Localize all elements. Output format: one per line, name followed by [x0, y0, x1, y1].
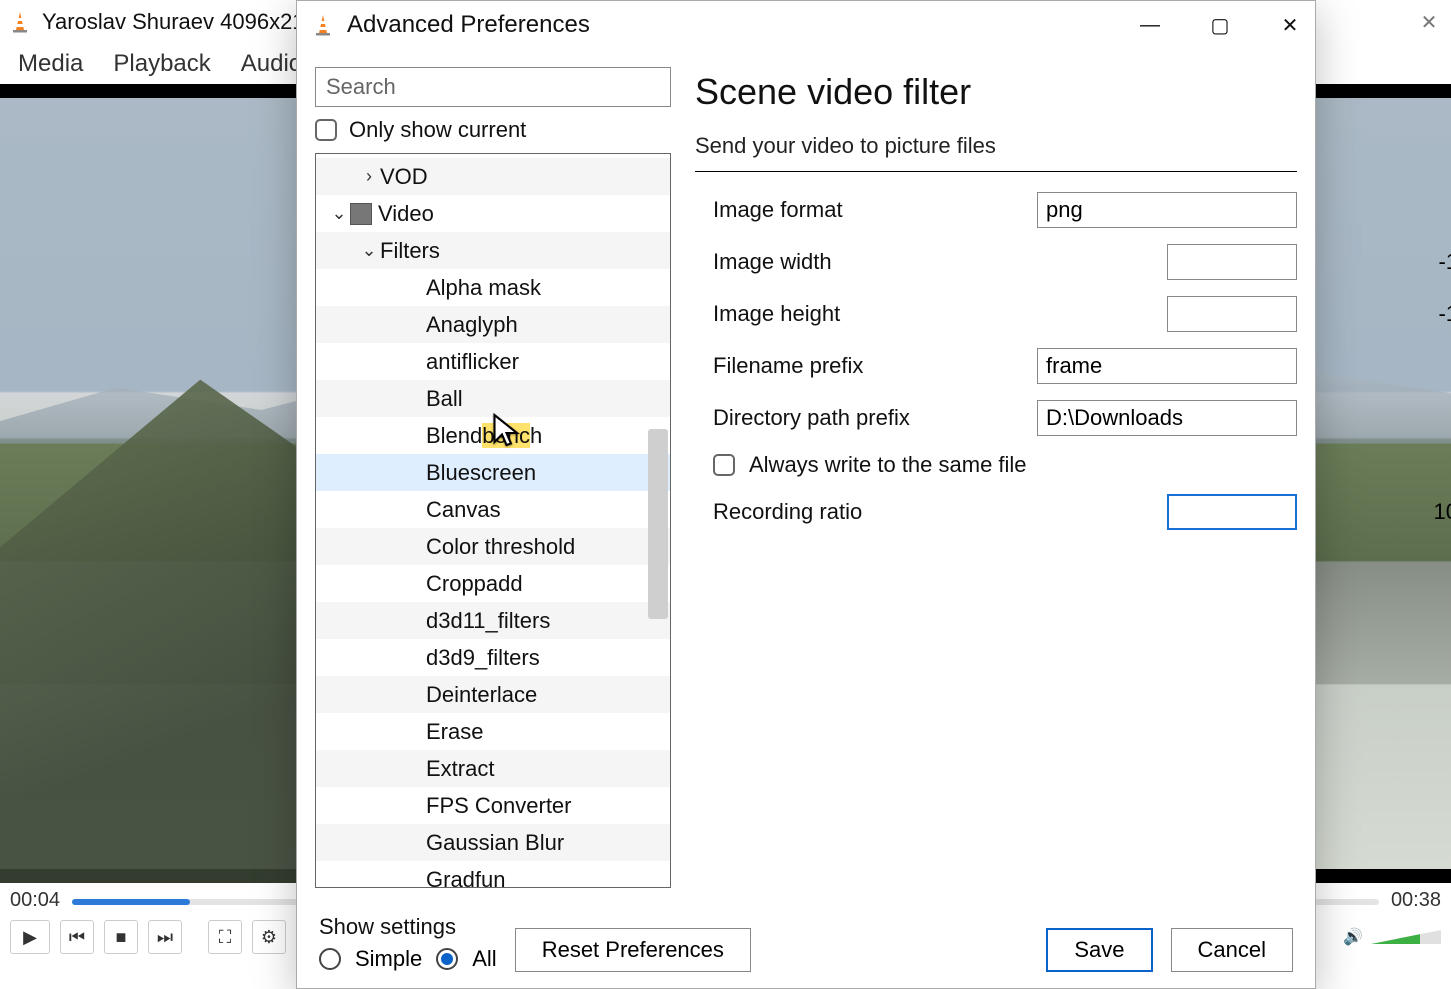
- tree-item-filter[interactable]: Anaglyph: [316, 306, 670, 343]
- chevron-right-icon: ›: [358, 166, 380, 187]
- cancel-button[interactable]: Cancel: [1171, 928, 1293, 972]
- chevron-down-icon: ⌄: [358, 240, 380, 261]
- image-format-input[interactable]: png: [1037, 192, 1297, 228]
- vlc-icon: [8, 10, 32, 34]
- prefs-tree[interactable]: › VOD ⌄ Video ⌄ Filters Alpha mask Anagl…: [315, 153, 671, 888]
- tree-item-filter[interactable]: Bluescreen: [316, 454, 670, 491]
- next-button[interactable]: ⏭: [148, 920, 182, 954]
- radio-simple-label: Simple: [355, 946, 422, 972]
- image-width-label: Image width: [695, 249, 1167, 275]
- tree-item-filter[interactable]: Gradfun: [316, 861, 670, 888]
- dialog-maximize-icon[interactable]: ▢: [1205, 13, 1235, 38]
- always-same-file-checkbox[interactable]: [713, 454, 735, 476]
- image-width-value[interactable]: [1168, 248, 1451, 276]
- tree-item-filter[interactable]: Color threshold: [316, 528, 670, 565]
- show-settings-label: Show settings: [319, 914, 497, 940]
- video-category-icon: [350, 203, 372, 225]
- tree-item-filter[interactable]: d3d9_filters: [316, 639, 670, 676]
- image-format-label: Image format: [695, 197, 1037, 223]
- preferences-dialog: Advanced Preferences — ▢ ✕ Search Only s…: [296, 0, 1316, 989]
- fullscreen-button[interactable]: ⛶: [208, 920, 242, 954]
- tree-item-filter[interactable]: Extract: [316, 750, 670, 787]
- volume-icon[interactable]: 🔊: [1343, 927, 1363, 947]
- time-total: 00:38: [1391, 889, 1441, 912]
- pane-subtitle: Send your video to picture files: [695, 133, 1297, 172]
- radio-all[interactable]: [436, 948, 458, 970]
- play-button[interactable]: ▶: [10, 920, 50, 954]
- image-height-value[interactable]: [1168, 300, 1451, 328]
- stop-button[interactable]: ■: [104, 920, 138, 954]
- image-height-label: Image height: [695, 301, 1167, 327]
- dialog-title: Advanced Preferences: [347, 11, 590, 39]
- dialog-close-icon[interactable]: ✕: [1275, 13, 1305, 38]
- checkbox-icon[interactable]: [315, 119, 337, 141]
- tree-item-filter[interactable]: Deinterlace: [316, 676, 670, 713]
- search-input[interactable]: Search: [315, 67, 671, 107]
- tree-item-filters[interactable]: ⌄ Filters: [316, 232, 670, 269]
- image-height-spinner[interactable]: ▲▼: [1167, 296, 1297, 332]
- directory-prefix-input[interactable]: D:\Downloads: [1037, 400, 1297, 436]
- chevron-down-icon: ⌄: [328, 203, 350, 224]
- recording-ratio-value[interactable]: [1168, 498, 1451, 526]
- dialog-minimize-icon[interactable]: —: [1135, 14, 1165, 37]
- dialog-titlebar: Advanced Preferences — ▢ ✕: [297, 1, 1315, 49]
- tree-scrollbar[interactable]: [648, 429, 668, 619]
- menu-media[interactable]: Media: [18, 50, 83, 78]
- tree-item-filter[interactable]: Gaussian Blur: [316, 824, 670, 861]
- filename-prefix-input[interactable]: frame: [1037, 348, 1297, 384]
- tree-item-filter[interactable]: Alpha mask: [316, 269, 670, 306]
- volume-control[interactable]: 🔊: [1343, 927, 1441, 947]
- tree-item-filter[interactable]: Erase: [316, 713, 670, 750]
- menu-audio[interactable]: Audio: [241, 50, 302, 78]
- ext-settings-button[interactable]: ⚙: [252, 920, 286, 954]
- recording-ratio-label: Recording ratio: [695, 499, 1167, 525]
- radio-simple[interactable]: [319, 948, 341, 970]
- radio-all-label: All: [472, 946, 496, 972]
- volume-bar[interactable]: [1371, 930, 1441, 944]
- player-close-icon[interactable]: ✕: [1415, 10, 1443, 35]
- prev-button[interactable]: ⏮: [60, 920, 94, 954]
- time-current: 00:04: [10, 889, 60, 912]
- save-button[interactable]: Save: [1046, 928, 1152, 972]
- vlc-icon: [311, 13, 335, 37]
- player-title: Yaroslav Shuraev 4096x21: [42, 9, 305, 35]
- tree-item-filter[interactable]: antiflicker: [316, 343, 670, 380]
- tree-item-filter[interactable]: Canvas: [316, 491, 670, 528]
- menu-playback[interactable]: Playback: [113, 50, 210, 78]
- tree-item-filter[interactable]: Croppadd: [316, 565, 670, 602]
- directory-prefix-label: Directory path prefix: [695, 405, 1037, 431]
- dialog-footer: Show settings Simple All Reset Preferenc…: [297, 888, 1315, 988]
- only-show-current-checkbox[interactable]: Only show current: [315, 117, 671, 143]
- recording-ratio-spinner[interactable]: ▲▼: [1167, 494, 1297, 530]
- tree-item-video[interactable]: ⌄ Video: [316, 195, 670, 232]
- pane-title: Scene video filter: [695, 67, 1297, 113]
- tree-item-vod[interactable]: › VOD: [316, 158, 670, 195]
- only-show-current-label: Only show current: [349, 117, 526, 143]
- tree-item-filter[interactable]: FPS Converter: [316, 787, 670, 824]
- tree-item-filter[interactable]: Ball: [316, 380, 670, 417]
- tree-item-filter[interactable]: Blendbench: [316, 417, 670, 454]
- always-same-file-label: Always write to the same file: [749, 452, 1027, 478]
- reset-preferences-button[interactable]: Reset Preferences: [515, 928, 751, 972]
- image-width-spinner[interactable]: ▲▼: [1167, 244, 1297, 280]
- tree-item-filter[interactable]: d3d11_filters: [316, 602, 670, 639]
- filename-prefix-label: Filename prefix: [695, 353, 1037, 379]
